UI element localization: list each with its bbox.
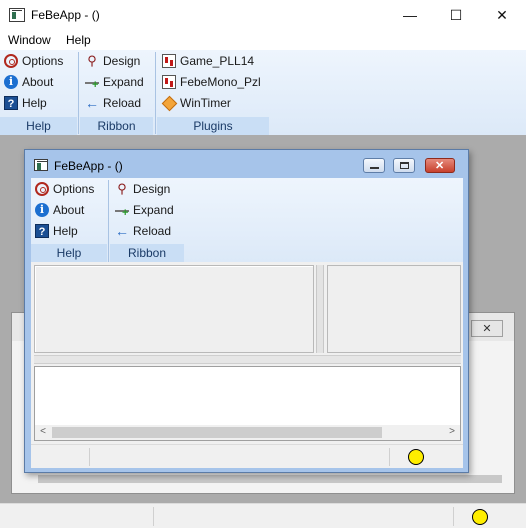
help-book-icon: ?: [35, 224, 49, 238]
help-book-icon: ?: [4, 96, 18, 110]
menu-bar: Window Help: [0, 30, 526, 50]
inner-close-button[interactable]: ✕: [425, 158, 455, 173]
inner-ribbon-group-label-help: Help: [31, 244, 107, 262]
vertical-splitter[interactable]: [316, 265, 324, 353]
inner-status-bar: [31, 444, 463, 468]
ribbon-plugin-wintimer[interactable]: WinTimer: [160, 93, 265, 113]
gear-icon: [35, 182, 49, 196]
wrench-icon: ⚲: [87, 53, 97, 68]
inner-ribbon-options-button[interactable]: Options: [33, 179, 105, 199]
ribbon-item-label: About: [53, 203, 85, 217]
status-separator: [453, 507, 454, 526]
ribbon-item-label: WinTimer: [180, 96, 231, 110]
ribbon-plugin-game-pll14[interactable]: Game_PLL14: [160, 51, 265, 71]
status-separator: [153, 507, 154, 526]
ribbon-item-label: About: [22, 75, 54, 89]
ribbon-group-label-ribbon: Ribbon: [80, 117, 153, 135]
cards-icon: [162, 54, 176, 68]
inner-ribbon-help-button[interactable]: ? Help: [33, 221, 105, 241]
ribbon-group-label-plugins: Plugins: [157, 117, 269, 135]
ribbon-item-label: Design: [103, 54, 141, 68]
inner-ribbon-reload-button[interactable]: ← Reload: [113, 221, 183, 241]
status-indicator-led: [408, 449, 424, 465]
horizontal-splitter[interactable]: [34, 355, 461, 364]
inner-ribbon-group-label-ribbon: Ribbon: [110, 244, 184, 262]
status-bar: [0, 503, 526, 528]
info-icon: i: [4, 75, 18, 89]
window-title: FeBeApp - (): [31, 8, 100, 22]
ribbon-reload-button[interactable]: ← Reload: [83, 93, 153, 113]
app-icon[interactable]: [9, 8, 25, 22]
ribbon-item-label: Reload: [133, 224, 172, 238]
gear-icon: [4, 54, 18, 68]
ribbon-group-separator: [78, 52, 79, 134]
menu-window[interactable]: Window: [8, 33, 51, 47]
ribbon-item-label: Game_PLL14: [180, 54, 255, 68]
ribbon-item-label: Help: [22, 96, 47, 110]
left-top-pane[interactable]: [34, 265, 314, 353]
inner-window-title: FeBeApp - (): [54, 159, 123, 173]
inner-ribbon-design-button[interactable]: ⚲ Design: [113, 179, 183, 199]
ribbon-group-separator: [108, 180, 109, 262]
background-window-close-button[interactable]: ✕: [471, 320, 503, 337]
expand-icon: [85, 75, 99, 90]
close-icon: ✕: [435, 160, 445, 172]
wrench-icon: ⚲: [117, 181, 127, 196]
info-icon: i: [35, 203, 49, 217]
inner-client: < >: [31, 262, 463, 468]
bottom-pane[interactable]: < >: [34, 366, 461, 441]
ribbon-item-label: Reload: [103, 96, 142, 110]
close-button[interactable]: ✕: [487, 4, 517, 26]
ribbon-item-label: Expand: [133, 203, 174, 217]
ribbon-design-button[interactable]: ⚲ Design: [83, 51, 153, 71]
ribbon-item-label: FebeMono_Pzl: [180, 75, 261, 89]
ribbon-plugin-febemono-pzl[interactable]: FebeMono_Pzl: [160, 72, 265, 92]
back-arrow-icon: ←: [115, 223, 129, 239]
status-separator: [89, 448, 90, 466]
right-top-pane[interactable]: [327, 265, 461, 353]
maximize-icon: [400, 162, 409, 169]
scrollbar-thumb[interactable]: [52, 427, 382, 438]
inner-ribbon: Options i About ? Help Help ⚲ Design Exp…: [31, 178, 463, 262]
cards-icon: [162, 75, 176, 89]
minimize-icon: [370, 167, 379, 169]
menu-help[interactable]: Help: [66, 33, 91, 47]
inner-minimize-button[interactable]: [363, 158, 385, 173]
scroll-left-arrow-icon[interactable]: <: [36, 425, 50, 439]
inner-maximize-button[interactable]: [393, 158, 415, 173]
background-window-scrollbar[interactable]: [38, 475, 502, 483]
ribbon-about-button[interactable]: i About: [2, 72, 76, 92]
ribbon: Options i About ? Help Help ⚲ Design Exp…: [0, 50, 526, 135]
ribbon-group-separator: [155, 52, 156, 134]
status-indicator-led: [472, 509, 488, 525]
ribbon-item-label: Help: [53, 224, 78, 238]
inner-ribbon-about-button[interactable]: i About: [33, 200, 105, 220]
ribbon-item-label: Options: [53, 182, 95, 196]
ribbon-item-label: Design: [133, 182, 171, 196]
title-bar: FeBeApp - () — ☐ ✕: [0, 0, 526, 30]
ribbon-item-label: Expand: [103, 75, 144, 89]
inner-child-window[interactable]: FeBeApp - () ✕ Options i About ? Help He…: [24, 149, 469, 473]
ribbon-expand-button[interactable]: Expand: [83, 72, 153, 92]
scroll-right-arrow-icon[interactable]: >: [445, 425, 459, 439]
diamond-icon: [162, 96, 176, 110]
inner-app-icon[interactable]: [34, 159, 48, 171]
ribbon-options-button[interactable]: Options: [2, 51, 76, 71]
ribbon-group-label-help: Help: [0, 117, 77, 135]
back-arrow-icon: ←: [85, 95, 99, 111]
ribbon-item-label: Options: [22, 54, 64, 68]
ribbon-help-button[interactable]: ? Help: [2, 93, 76, 113]
maximize-button[interactable]: ☐: [441, 4, 471, 26]
minimize-button[interactable]: —: [395, 4, 425, 26]
expand-icon: [115, 203, 129, 218]
inner-ribbon-expand-button[interactable]: Expand: [113, 200, 183, 220]
status-separator: [389, 448, 390, 466]
horizontal-scrollbar[interactable]: < >: [35, 425, 460, 440]
